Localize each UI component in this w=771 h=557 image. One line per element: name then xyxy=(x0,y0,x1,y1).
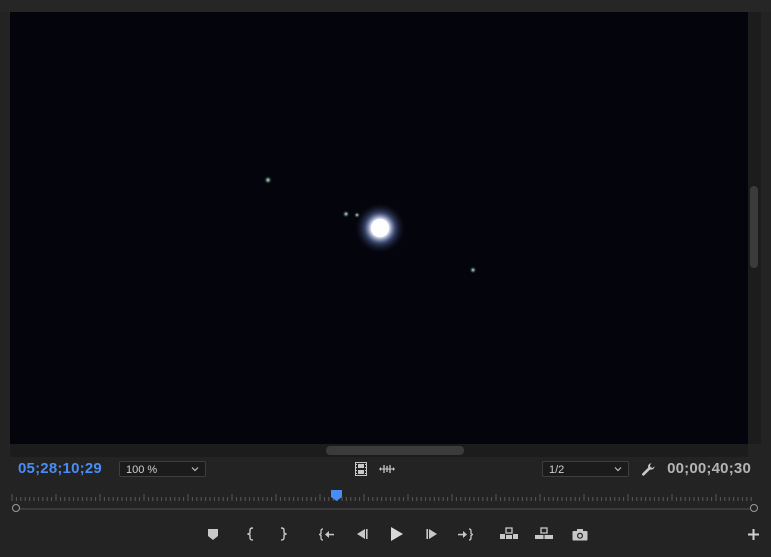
play-icon[interactable] xyxy=(388,524,406,544)
audio-waveform-icon[interactable] xyxy=(378,462,396,476)
moon-1 xyxy=(264,176,272,184)
time-ruler-track[interactable] xyxy=(16,508,754,510)
mark-in-icon[interactable] xyxy=(244,524,258,544)
vertical-scrollbar[interactable] xyxy=(748,12,761,444)
step-back-icon[interactable] xyxy=(354,524,370,544)
video-viewport[interactable] xyxy=(10,12,748,444)
marker-icon[interactable] xyxy=(206,524,220,544)
lift-icon[interactable] xyxy=(498,524,520,544)
current-timecode[interactable]: 05;28;10;29 xyxy=(18,460,102,477)
in-point-handle[interactable] xyxy=(12,504,20,512)
time-ruler[interactable] xyxy=(10,488,760,502)
chevron-down-icon xyxy=(191,467,199,472)
out-point-handle[interactable] xyxy=(750,504,758,512)
zoom-level-value: 100 % xyxy=(126,464,158,476)
step-forward-icon[interactable] xyxy=(424,524,440,544)
film-strip-icon[interactable] xyxy=(354,461,368,477)
go-to-in-icon[interactable] xyxy=(318,524,336,544)
mark-out-icon[interactable] xyxy=(276,524,290,544)
moon-4 xyxy=(469,266,477,274)
program-monitor: 05;28;10;29 100 % 1/2 00;00;40;30 xyxy=(0,0,771,557)
horizontal-scrollbar[interactable] xyxy=(10,444,748,457)
duration-timecode: 00;00;40;30 xyxy=(667,460,751,477)
plus-icon[interactable] xyxy=(745,524,761,544)
playback-resolution-select[interactable]: 1/2 xyxy=(542,461,629,477)
wrench-icon[interactable] xyxy=(639,460,657,478)
vertical-scroll-thumb[interactable] xyxy=(750,186,758,268)
playback-resolution-value: 1/2 xyxy=(549,464,565,476)
zoom-level-select[interactable]: 100 % xyxy=(119,461,206,477)
chevron-down-icon xyxy=(614,467,622,472)
go-to-out-icon[interactable] xyxy=(456,524,474,544)
horizontal-scroll-thumb[interactable] xyxy=(326,446,464,455)
camera-icon[interactable] xyxy=(570,524,590,544)
playhead[interactable] xyxy=(331,490,342,501)
moon-2 xyxy=(342,210,350,218)
panel-top-bar xyxy=(0,0,771,12)
video-frame-night-sky xyxy=(10,12,748,444)
extract-icon[interactable] xyxy=(533,524,555,544)
moon-3 xyxy=(354,212,360,218)
